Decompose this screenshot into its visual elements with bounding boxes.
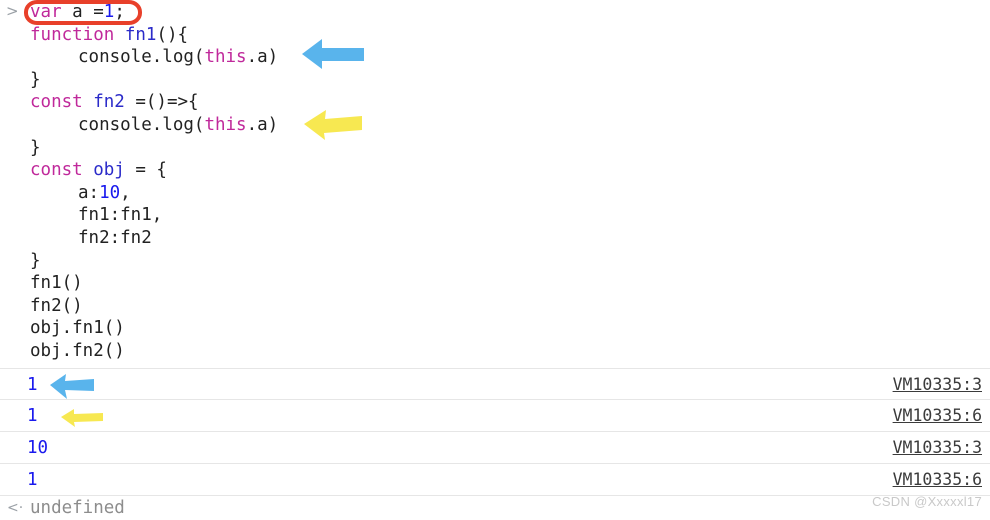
code-token-num: 10: [99, 182, 121, 203]
code-token-plain: fn2:fn2: [78, 227, 152, 248]
code-token-plain: console.log(: [78, 47, 205, 68]
console-output-list: 1 VM10335:3 1 VM10335:6 10 VM10335:3 1 VM10335:…: [0, 368, 990, 496]
code-token-fn: fn2: [93, 92, 125, 113]
code-token-plain: ,: [120, 182, 131, 203]
code-line: }: [0, 137, 990, 160]
console-return-row: <· undefined: [0, 496, 990, 520]
code-token-plain: .a): [246, 47, 279, 68]
code-token-plain: = {: [124, 160, 167, 181]
code-line-list: var a =1; function fn1(){console.log(this…: [0, 1, 990, 363]
code-token-plain: }: [30, 250, 41, 271]
code-token-plain: fn1:fn1,: [78, 205, 163, 226]
code-token-plain: ;: [114, 2, 125, 22]
console-result-row: 1 VM10335:3: [0, 368, 990, 400]
code-line: }: [0, 69, 990, 92]
code-line: fn2:fn2: [0, 227, 990, 250]
code-token-plain: fn1(): [30, 273, 83, 294]
code-line: var a =1;: [0, 1, 990, 24]
result-source-link[interactable]: VM10335:3: [893, 432, 982, 464]
console-result-row: 1 VM10335:6: [0, 400, 990, 432]
code-token-this: this: [204, 114, 247, 135]
result-source-link[interactable]: VM10335:3: [893, 369, 982, 401]
code-line: const obj = {: [0, 159, 990, 182]
result-source-link[interactable]: VM10335:6: [893, 464, 982, 496]
blue-arrow-annotation-result: [50, 374, 94, 399]
code-line: console.log(this.a): [0, 114, 990, 137]
code-token-this: this: [204, 47, 247, 68]
return-value-text: undefined: [30, 498, 125, 518]
return-arrow-icon: <·: [7, 500, 24, 516]
code-line: fn1:fn1,: [0, 204, 990, 227]
watermark-text: CSDN @Xxxxxl17: [872, 494, 982, 509]
yellow-arrow-annotation-result: [61, 409, 103, 427]
console-result-row: 1 VM10335:6: [0, 464, 990, 496]
code-token-kw: function: [30, 24, 125, 45]
code-token-plain: (){: [156, 24, 189, 45]
code-token-plain: .a): [246, 114, 279, 135]
code-token-plain: }: [30, 69, 41, 90]
code-token-plain: }: [30, 137, 41, 158]
result-source-link[interactable]: VM10335:6: [893, 400, 982, 432]
code-line: a:10,: [0, 182, 990, 205]
code-token-plain: =()=>{: [124, 92, 199, 113]
code-token-num: 1: [103, 2, 115, 22]
code-token-kw: var: [30, 2, 73, 22]
code-line: fn2(): [0, 295, 990, 318]
code-token-fn: fn1: [124, 24, 157, 45]
console-result-row: 10 VM10335:3: [0, 432, 990, 464]
code-token-plain: obj.fn1(): [30, 318, 125, 339]
result-value-text: 1: [27, 375, 38, 395]
code-line: console.log(this.a): [0, 46, 990, 69]
code-token-plain: obj.fn2(): [30, 340, 125, 361]
result-value-text: 10: [27, 438, 49, 458]
code-token-fn: obj: [93, 160, 125, 181]
code-line: }: [0, 250, 990, 273]
code-line: obj.fn1(): [0, 317, 990, 340]
code-token-plain: fn2(): [30, 295, 83, 316]
code-line: fn1(): [0, 272, 990, 295]
code-line: const fn2 =()=>{: [0, 91, 990, 114]
code-token-kw: const: [30, 92, 94, 113]
code-token-plain: a:: [78, 182, 100, 203]
code-line: function fn1(){: [0, 24, 990, 47]
console-input-block[interactable]: > var a =1; function fn1(){console.log(th…: [0, 0, 990, 363]
code-token-plain: console.log(: [78, 114, 205, 135]
code-line: obj.fn2(): [0, 340, 990, 363]
code-token-kw: const: [30, 160, 94, 181]
result-value-text: 1: [27, 406, 38, 426]
result-value-text: 1: [27, 470, 38, 490]
code-token-plain: a =: [72, 2, 104, 22]
